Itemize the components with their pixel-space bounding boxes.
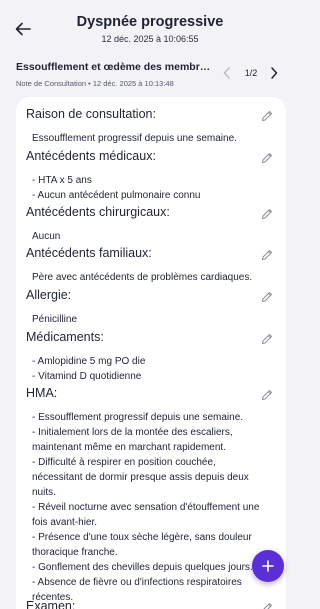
pencil-icon [262,250,272,260]
edit-hma-button[interactable] [260,388,274,402]
section-line: - Initialement lors de la montée des esc… [32,427,233,438]
pencil-icon [263,603,272,609]
edit-medicaments-button[interactable] [260,332,274,346]
section-line: - Aucun antécédent pulmonaire connu [32,190,201,201]
note-title: Essoufflement et œdème des membres in... [16,61,216,73]
section-line: Aucun [32,231,61,242]
previous-note-button[interactable] [219,65,235,81]
section-title: HMA: [26,386,58,400]
section-antecedents-familiaux: Antécédents familiaux: Père avec antécéd… [26,246,276,285]
pencil-icon [262,334,272,344]
section-medicaments: Médicaments: - Amlopidine 5 mg PO die - … [26,330,276,384]
section-examen: Examen: [26,599,276,609]
page-title: Dyspnée progressive [76,14,224,30]
plus-icon [262,560,274,572]
section-line: - Réveil nocturne avec sensation d'étouf… [32,502,260,513]
edit-raison-button[interactable] [260,109,274,123]
pager-count: 1/2 [244,68,258,78]
section-line: - Amlopidine 5 mg PO die [32,356,146,367]
section-line: - Absence de fièvre ou d'infections resp… [32,577,242,588]
edit-antecedents-chirurgicaux-button[interactable] [260,207,274,221]
section-line: Père avec antécédents de problèmes cardi… [32,272,253,283]
section-antecedents-medicaux: Antécédents médicaux: - HTA x 5 ans - Au… [26,149,276,203]
section-line: fois avant-hier. [32,517,98,528]
note-meta: Note de Consultation • 12 déc. 2025 à 10… [16,79,174,88]
section-title: Médicaments: [26,330,104,344]
section-raison: Raison de consultation: Essoufflement pr… [26,107,276,146]
section-line: nécessitant de dormir presque assis depu… [32,472,249,483]
edit-antecedents-familiaux-button[interactable] [260,248,274,262]
next-note-button[interactable] [266,65,282,81]
section-line: Pénicilline [32,314,78,325]
section-title: Allergie: [26,288,72,302]
section-line: - HTA x 5 ans [32,175,92,186]
section-line: Essoufflement progressif depuis une sema… [32,133,237,144]
chevron-right-icon [271,67,278,79]
section-line: thoracique franche. [32,547,118,558]
add-button[interactable] [252,550,284,582]
edit-allergie-button[interactable] [260,290,274,304]
note-header: Essoufflement et œdème des membres in...… [0,52,300,92]
chevron-left-icon [223,67,230,79]
section-title: Antécédents chirurgicaux: [26,205,170,219]
section-line: - Gonflement des chevilles depuis quelqu… [32,562,253,573]
pencil-icon [262,153,272,163]
section-line: nuits. [32,487,56,498]
section-line: - Essoufflement progressif depuis une se… [32,412,244,423]
section-allergie: Allergie: Pénicilline [26,288,276,327]
page-datetime: 12 déc. 2025 à 10:06:55 [101,34,199,44]
pencil-icon [262,390,272,400]
section-line: maintenant même en marchant rapidement. [32,442,226,453]
pencil-icon [262,292,272,302]
section-antecedents-chirurgicaux: Antécédents chirurgicaux: Aucun [26,205,276,244]
section-line: - Présence d'une toux sèche légère, sans… [32,532,252,543]
edit-examen-button[interactable] [260,601,274,609]
pencil-icon [262,111,272,121]
section-hma: HMA: - Essoufflement progressif depuis u… [26,386,276,605]
section-title: Raison de consultation: [26,107,156,121]
section-line: - Vitamind D quotidienne [32,371,142,382]
section-title: Antécédents familiaux: [26,246,152,260]
section-title: Examen: [26,599,76,609]
edit-antecedents-medicaux-button[interactable] [260,151,274,165]
note-card: Raison de consultation: Essoufflement pr… [16,97,286,609]
section-title: Antécédents médicaux: [26,149,156,163]
top-bar: Dyspnée progressive 12 déc. 2025 à 10:06… [0,0,300,52]
section-line: - Difficulté à respirer en position couc… [32,457,216,468]
pencil-icon [262,209,272,219]
